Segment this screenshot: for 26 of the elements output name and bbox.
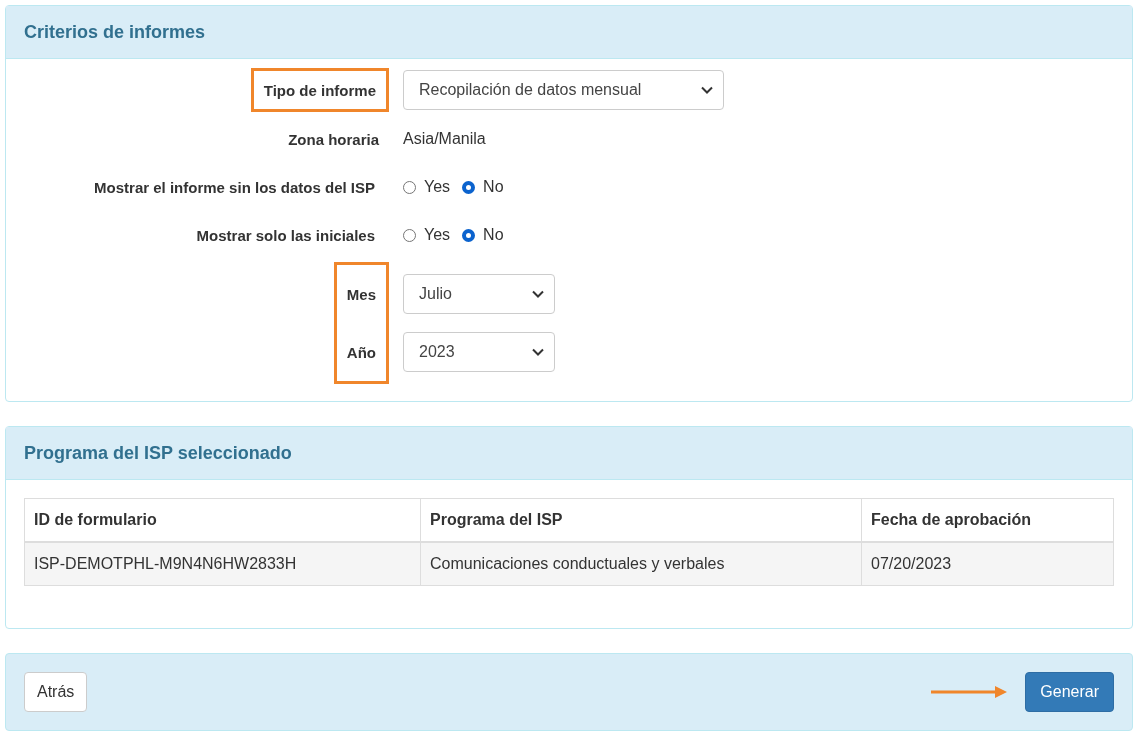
dropdown[interactable]: Julio xyxy=(403,274,555,314)
field-label: Tipo de informe xyxy=(263,81,376,99)
panel-title: Criterios de informes xyxy=(24,21,206,43)
back-button[interactable]: Atrás xyxy=(24,672,88,712)
radio-label[interactable]: No xyxy=(483,226,504,244)
dropdown[interactable]: 2023 xyxy=(403,332,555,372)
radio-label[interactable]: Yes xyxy=(424,178,451,196)
field-label: Mes xyxy=(346,285,376,303)
generate-button[interactable]: Generar xyxy=(1025,672,1114,712)
chevron-icon xyxy=(532,348,544,356)
field-label: Año xyxy=(346,343,376,361)
field-label: Mostrar solo las iniciales xyxy=(196,226,375,244)
radio-button[interactable] xyxy=(462,180,476,194)
radio-button[interactable] xyxy=(462,228,476,242)
table-cell: 07/20/2023 xyxy=(861,542,1114,586)
field-label: Zona horaria xyxy=(288,130,379,148)
dropdown[interactable]: Recopilación de datos mensual xyxy=(403,70,725,110)
panel-title: Programa del ISP seleccionado xyxy=(24,442,292,464)
field-value: Asia/Manila xyxy=(403,130,486,148)
table-cell: ISP-DEMOTPHL-M9N4N6HW2833H xyxy=(24,542,421,586)
radio-label[interactable]: Yes xyxy=(424,226,451,244)
chevron-icon xyxy=(701,86,714,94)
radio-label[interactable]: No xyxy=(483,178,504,196)
table-cell: Comunicaciones conductuales y verbales xyxy=(420,542,862,586)
chevron-icon xyxy=(532,290,544,298)
field-label: Mostrar el informe sin los datos del ISP xyxy=(94,178,375,196)
